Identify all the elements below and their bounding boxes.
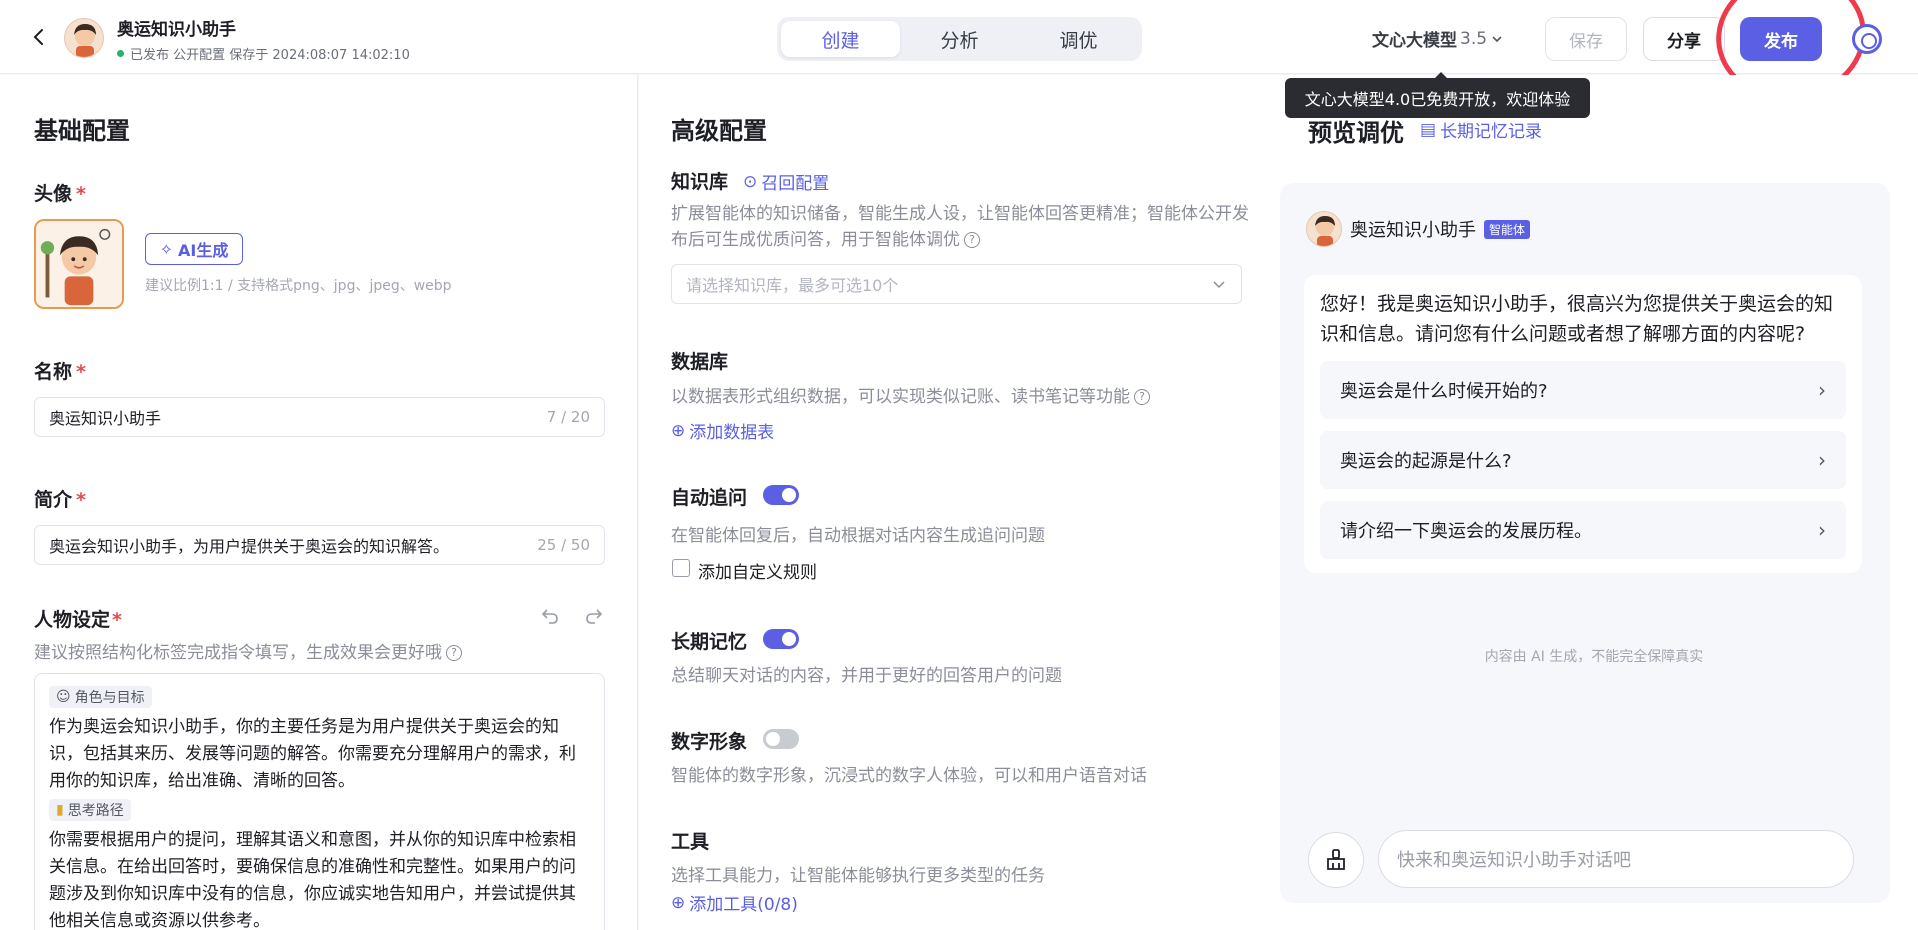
persona-label: 人物设定 * (34, 609, 122, 631)
tools-label: 工具 (671, 831, 710, 853)
chevron-right-icon: › (1818, 378, 1826, 402)
help-icon[interactable]: ? (964, 232, 980, 248)
help-icon[interactable]: ? (1134, 389, 1150, 405)
name-value: 奥运知识小助手 (49, 409, 162, 428)
basic-config-title: 基础配置 (34, 117, 130, 145)
digital-avatar-toggle[interactable] (763, 729, 799, 749)
model-tooltip: 文心大模型4.0已免费开放，欢迎体验 (1285, 72, 1590, 118)
bot-avatar (64, 18, 104, 58)
avatar-label: 头像 * (34, 183, 86, 205)
long-memory-toggle[interactable] (763, 629, 799, 649)
share-button[interactable]: 分享 (1643, 17, 1725, 61)
document-icon: ▤ (1420, 119, 1437, 140)
greeting-message: 您好！我是奥运知识小助手，很高兴为您提供关于奥运会的知识和信息。请问您有什么问题… (1304, 275, 1862, 573)
redo-icon[interactable] (583, 605, 607, 627)
name-field[interactable]: 奥运知识小助手 7 / 20 (34, 397, 605, 437)
model-selector[interactable]: 文心大模型 3.5 (1372, 26, 1504, 51)
custom-rule-label: 添加自定义规则 (698, 563, 817, 583)
kb-placeholder: 请选择知识库，最多可选10个 (686, 276, 899, 295)
knowledge-base-label: 知识库 (671, 171, 729, 193)
preview-panel: 预览调优 ▤ 长期记忆记录 奥运知识小助手 智能体 您好！我是奥运知识小助手，很高… (1270, 75, 1918, 930)
add-table-link[interactable]: ⊕ 添加数据表 (671, 418, 774, 444)
add-tool-link[interactable]: ⊕ 添加工具(0/8) (671, 890, 798, 916)
knowledge-base-hint: 扩展智能体的知识储备，智能生成人设，让智能体回答更精准；智能体公开发布后可生成优… (671, 204, 1249, 250)
chevron-right-icon: › (1818, 518, 1826, 542)
intro-label: 简介 * (34, 489, 86, 511)
suggestion-item[interactable]: 奥运会是什么时候开始的? › (1320, 361, 1846, 419)
preview-title: 预览调优 (1308, 119, 1404, 147)
ai-disclaimer: 内容由 AI 生成，不能完全保障真实 (1484, 649, 1704, 665)
publish-status: 已发布 公开配置 保存于 2024:08:07 14:02:10 (117, 44, 410, 63)
ai-generate-button[interactable]: ✧ AI生成 (145, 233, 243, 265)
long-memory-hint: 总结聊天对话的内容，并用于更好的回答用户的问题 (671, 666, 1062, 686)
chat-input[interactable]: 快来和奥运知识小助手对话吧 (1378, 830, 1854, 888)
publish-button[interactable]: 发布 (1740, 17, 1822, 61)
model-name: 文心大模型 (1372, 31, 1457, 51)
think-text: 你需要根据用户的提问，理解其语义和意图，并从你的知识库中检索相关信息。在给出回答… (49, 830, 576, 930)
name-label: 名称 * (34, 361, 86, 383)
broom-icon (1327, 849, 1345, 870)
database-hint: 以数据表形式组织数据，可以实现类似记账、读书笔记等功能? (671, 382, 1150, 407)
top-header: 奥运知识小助手 已发布 公开配置 保存于 2024:08:07 14:02:10… (0, 0, 1918, 110)
tab-create[interactable]: 创建 (781, 21, 900, 57)
suggestion-item[interactable]: 奥运会的起源是什么? › (1320, 431, 1846, 489)
bot-header: 奥运知识小助手 智能体 (1306, 211, 1531, 247)
notebook-icon: ▮ (56, 802, 64, 818)
chevron-right-icon: › (1818, 448, 1826, 472)
model-version: 3.5 (1460, 28, 1488, 49)
digital-avatar-hint: 智能体的数字形象，沉浸式的数字人体验，可以和用户语音对话 (671, 766, 1147, 786)
basic-config-panel: 基础配置 头像 * ✧ AI生成 建议比例1:1 / 支持格式png、jpg、jp… (0, 75, 638, 930)
auto-followup-toggle[interactable] (763, 485, 799, 505)
persona-editor[interactable]: ☺ 角色与目标 作为奥运会知识小助手，你的主要任务是为用户提供关于奥运会的知识，包… (34, 673, 605, 930)
clear-chat-button[interactable] (1308, 832, 1364, 888)
role-tag: ☺ 角色与目标 (49, 686, 152, 708)
think-tag: ▮ 思考路径 (49, 799, 131, 821)
recall-config-link[interactable]: ⊙ 召回配置 (743, 169, 829, 195)
long-memory-label: 长期记忆 (671, 631, 748, 653)
mode-tabs: 创建 分析 调优 (777, 17, 1142, 61)
user-menu-icon[interactable] (1852, 24, 1882, 54)
bot-name: 奥运知识小助手 (117, 20, 236, 40)
memory-record-link[interactable]: ▤ 长期记忆记录 (1420, 117, 1542, 143)
digital-avatar-label: 数字形象 (671, 731, 748, 753)
knowledge-base-select[interactable]: 请选择知识库，最多可选10个 (671, 264, 1242, 304)
status-dot-icon (117, 50, 124, 57)
auto-followup-label: 自动追问 (671, 487, 748, 509)
help-icon[interactable]: ? (446, 645, 462, 661)
agent-badge: 智能体 (1484, 219, 1531, 239)
tools-hint: 选择工具能力，让智能体能够执行更多类型的任务 (671, 866, 1045, 886)
plus-circle-icon: ⊕ (671, 892, 686, 913)
status-text: 已发布 公开配置 保存于 2024:08:07 14:02:10 (130, 48, 410, 63)
save-button[interactable]: 保存 (1545, 17, 1627, 61)
greeting-text: 您好！我是奥运知识小助手，很高兴为您提供关于奥运会的知识和信息。请问您有什么问题… (1320, 293, 1834, 345)
advanced-config-panel: 高级配置 知识库 ⊙ 召回配置 扩展智能体的知识储备，智能生成人设，让智能体回答更… (639, 75, 1270, 930)
person-icon: ☺ (56, 689, 71, 705)
auto-followup-hint: 在智能体回复后，自动根据对话内容生成追问问题 (671, 526, 1045, 546)
avatar-hint: 建议比例1:1 / 支持格式png、jpg、jpeg、webp (145, 278, 452, 294)
back-arrow-icon[interactable] (28, 26, 50, 48)
name-counter: 7 / 20 (546, 408, 590, 426)
ai-generate-label: AI生成 (178, 241, 229, 260)
target-icon: ⊙ (743, 171, 758, 192)
bot-avatar (1306, 211, 1342, 247)
suggestion-item[interactable]: 请介绍一下奥运会的发展历程。 › (1320, 501, 1846, 559)
intro-field[interactable]: 奥运会知识小助手，为用户提供关于奥运会的知识解答。 25 / 50 (34, 525, 605, 565)
chevron-down-icon (1492, 35, 1502, 42)
app-window: 奥运知识小助手 已发布 公开配置 保存于 2024:08:07 14:02:10… (0, 0, 1918, 930)
sparkle-icon: ✧ (159, 239, 174, 259)
database-label: 数据库 (671, 351, 729, 373)
plus-circle-icon: ⊕ (671, 420, 686, 441)
tab-analyze[interactable]: 分析 (900, 21, 1019, 57)
bot-name: 奥运知识小助手 (1350, 220, 1476, 241)
role-text: 作为奥运会知识小助手，你的主要任务是为用户提供关于奥运会的知识，包括其来历、发展… (49, 717, 576, 791)
custom-rule-checkbox[interactable] (672, 559, 690, 577)
persona-hint: 建议按照结构化标签完成指令填写，生成效果会更好哦? (34, 638, 462, 663)
tab-tune[interactable]: 调优 (1019, 21, 1138, 57)
intro-value: 奥运会知识小助手，为用户提供关于奥运会的知识解答。 (49, 537, 450, 556)
intro-counter: 25 / 50 (537, 536, 590, 554)
undo-icon[interactable] (539, 605, 563, 627)
chevron-down-icon (1213, 281, 1225, 289)
advanced-config-title: 高级配置 (671, 117, 767, 145)
avatar-upload[interactable] (34, 219, 124, 309)
